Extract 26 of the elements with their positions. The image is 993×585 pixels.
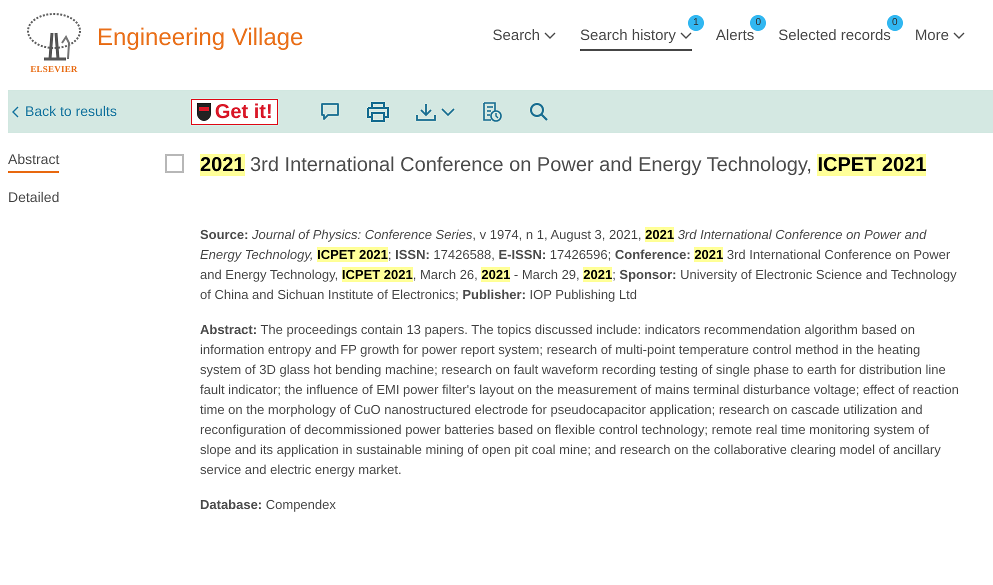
site-title: Engineering Village: [97, 23, 304, 53]
chevron-left-icon: [12, 106, 20, 118]
count-badge: 0: [750, 14, 766, 31]
nav-link[interactable]: Search: [492, 24, 556, 52]
nav-link[interactable]: More: [914, 24, 965, 52]
comment-icon[interactable]: [320, 102, 340, 122]
database-line: Database: Compendex: [200, 496, 337, 514]
section-tab[interactable]: Detailed: [8, 187, 60, 211]
print-icon[interactable]: [366, 100, 390, 122]
chevron-down-icon: [440, 108, 455, 116]
search-icon[interactable]: [528, 102, 549, 122]
document-clock-icon[interactable]: [480, 100, 503, 122]
record-title: 2021 3rd International Conference on Power and Energy Technology, ICPET 2021: [200, 153, 926, 178]
download-icon: [416, 102, 436, 120]
select-checkbox[interactable]: [165, 154, 184, 173]
get-it-button[interactable]: Get it!: [190, 98, 278, 124]
tree-logo-icon: [26, 13, 82, 64]
download-menu[interactable]: [416, 102, 455, 120]
count-badge: 1: [688, 14, 704, 31]
abstract-paragraph: Abstract: The proceedings contain 13 papers. The topics discussed include: indicators recommendation algorithm based on information entropy and FP growth for power report system; research of multi-point temperature control method in the heating system of 3D glass hot bending machine; research on fault waveform recording testing of single phase to earth for distribution line fault indicator; the influence of EMI power filter's layout on the measurement of mains terminal disturbance voltage; effect of reaction time on the morphology of CuO nanostructured electrode for pseudocapacitor application; research on cascade utilization and reconfiguration of decommissioned power batteries based on flexible control technology; remote real time monitoring system of slope and its application in sustainable mining of open pit coal mine; and research on the collaborative clearing model of ancillary service and electric energy market.: [200, 321, 959, 479]
shield-icon: [196, 102, 212, 122]
back-link[interactable]: Back to results: [12, 101, 117, 122]
source-paragraph: Source: Journal of Physics: Conference Series, v 1974, n 1, August 3, 2021, 2021 3rd International Conference on Power and Energy Technology, ICPET 2021; ISSN: 17426588, E-ISSN: 17426596; Conference: 2021 3rd International Conference on Power and Energy Technology, ICPET 2021, March 26, 2021 - March 29, 2021; Sponsor: University of Electronic Science and Technology of China and Sichuan Institute of Electronics; Publisher: IOP Publishing Ltd: [200, 226, 958, 304]
publisher-wordmark: ELSEVIER: [30, 63, 78, 76]
count-badge: 0: [886, 14, 903, 31]
section-tab[interactable]: Abstract: [8, 149, 60, 173]
